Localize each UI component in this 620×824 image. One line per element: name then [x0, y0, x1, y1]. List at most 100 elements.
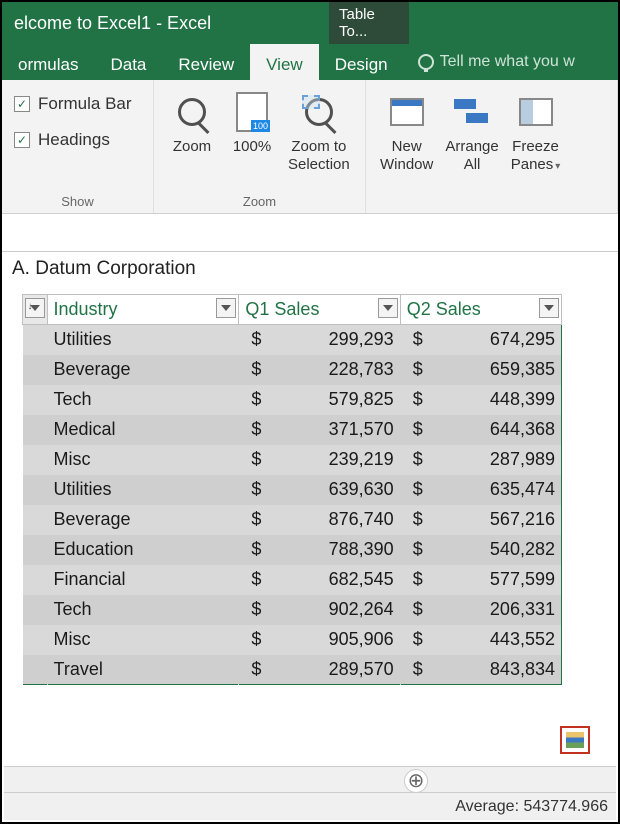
- cell-q2[interactable]: $635,474: [400, 475, 561, 505]
- quick-analysis-button[interactable]: [560, 726, 590, 754]
- table-row[interactable]: Education$788,390$540,282: [23, 535, 562, 565]
- quick-analysis-icon: [566, 732, 584, 748]
- group-label-zoom: Zoom: [162, 194, 357, 211]
- cell-q2[interactable]: $448,399: [400, 385, 561, 415]
- checkbox-formula-bar[interactable]: ✓ Formula Bar: [10, 86, 145, 122]
- cell-q2[interactable]: $567,216: [400, 505, 561, 535]
- cell-industry[interactable]: Beverage: [47, 505, 239, 535]
- zoom-100-button[interactable]: 100%: [222, 86, 282, 160]
- cell-q1[interactable]: $228,783: [239, 355, 400, 385]
- cell-q1[interactable]: $876,740: [239, 505, 400, 535]
- cell-q1[interactable]: $902,264: [239, 595, 400, 625]
- filter-dropdown-icon[interactable]: [216, 298, 236, 318]
- table-row[interactable]: Tech$902,264$206,331: [23, 595, 562, 625]
- row-handle[interactable]: [23, 595, 48, 625]
- header-q1-sales[interactable]: Q1 Sales: [239, 295, 400, 325]
- table-row[interactable]: Tech$579,825$448,399: [23, 385, 562, 415]
- row-handle[interactable]: [23, 475, 48, 505]
- cell-q2[interactable]: $843,834: [400, 655, 561, 685]
- table-row[interactable]: Beverage$876,740$567,216: [23, 505, 562, 535]
- filter-dropdown-icon[interactable]: [539, 298, 559, 318]
- cell-q2[interactable]: $644,368: [400, 415, 561, 445]
- cell-industry[interactable]: Travel: [47, 655, 239, 685]
- row-handle[interactable]: [23, 355, 48, 385]
- table-row[interactable]: Utilities$639,630$635,474: [23, 475, 562, 505]
- cell-q1[interactable]: $682,545: [239, 565, 400, 595]
- row-handle[interactable]: [23, 625, 48, 655]
- table-row[interactable]: Utilities$299,293$674,295: [23, 325, 562, 355]
- sheet-tab-bar[interactable]: ⊕: [4, 766, 616, 794]
- table-row[interactable]: Medical$371,570$644,368: [23, 415, 562, 445]
- formula-bar-label: Formula Bar: [38, 94, 132, 114]
- row-handle[interactable]: [23, 505, 48, 535]
- cell-q1[interactable]: $579,825: [239, 385, 400, 415]
- cell-q1[interactable]: $371,570: [239, 415, 400, 445]
- cell-q2[interactable]: $443,552: [400, 625, 561, 655]
- cell-q2[interactable]: $540,282: [400, 535, 561, 565]
- active-cell-display[interactable]: A. Datum Corporation: [2, 252, 618, 290]
- table-row[interactable]: Beverage$228,783$659,385: [23, 355, 562, 385]
- row-handle[interactable]: [23, 565, 48, 595]
- cell-industry[interactable]: Financial: [47, 565, 239, 595]
- cell-q2[interactable]: $659,385: [400, 355, 561, 385]
- freeze-panes-button[interactable]: FreezePanes▾: [505, 86, 567, 178]
- cell-q2[interactable]: $674,295: [400, 325, 561, 355]
- cell-industry[interactable]: Education: [47, 535, 239, 565]
- table-row[interactable]: Misc$905,906$443,552: [23, 625, 562, 655]
- header-industry[interactable]: Industry: [47, 295, 239, 325]
- status-average-value: 543774.966: [523, 798, 608, 816]
- cell-q1[interactable]: $239,219: [239, 445, 400, 475]
- row-handle[interactable]: [23, 535, 48, 565]
- checkbox-headings[interactable]: ✓ Headings: [10, 122, 145, 158]
- tab-view[interactable]: View: [250, 44, 319, 80]
- zoom-to-selection-button[interactable]: Zoom toSelection: [282, 86, 356, 178]
- cell-q2[interactable]: $287,989: [400, 445, 561, 475]
- row-handle[interactable]: [23, 325, 48, 355]
- row-handle[interactable]: [23, 385, 48, 415]
- zoom-button[interactable]: Zoom: [162, 86, 222, 160]
- cell-q2[interactable]: $577,599: [400, 565, 561, 595]
- worksheet-grid[interactable]: Industry Q1 Sales Q2 Sales Utilities$299…: [2, 290, 618, 685]
- tab-review[interactable]: Review: [162, 44, 250, 80]
- row-handle[interactable]: [23, 445, 48, 475]
- new-window-button[interactable]: NewWindow: [374, 86, 439, 178]
- row-handle[interactable]: [23, 415, 48, 445]
- cell-industry[interactable]: Utilities: [47, 475, 239, 505]
- tell-me-placeholder: Tell me what you w: [440, 53, 575, 71]
- tab-data[interactable]: Data: [94, 44, 162, 80]
- cell-industry[interactable]: Beverage: [47, 355, 239, 385]
- tab-formulas[interactable]: ormulas: [2, 44, 94, 80]
- window-icon: [390, 98, 424, 126]
- table-row[interactable]: Travel$289,570$843,834: [23, 655, 562, 685]
- tell-me-search[interactable]: Tell me what you w: [404, 44, 575, 80]
- header-sort-column[interactable]: [23, 295, 48, 325]
- new-sheet-button[interactable]: ⊕: [404, 769, 428, 793]
- cell-q1[interactable]: $299,293: [239, 325, 400, 355]
- cell-q1[interactable]: $639,630: [239, 475, 400, 505]
- chevron-down-icon: ▾: [555, 161, 560, 172]
- filter-dropdown-icon[interactable]: [378, 298, 398, 318]
- sort-filter-icon[interactable]: [25, 298, 45, 318]
- row-handle[interactable]: [23, 655, 48, 685]
- table-row[interactable]: Financial$682,545$577,599: [23, 565, 562, 595]
- cell-industry[interactable]: Medical: [47, 415, 239, 445]
- table-row[interactable]: Misc$239,219$287,989: [23, 445, 562, 475]
- arrange-all-button[interactable]: ArrangeAll: [439, 86, 504, 178]
- formula-bar-area[interactable]: [2, 214, 618, 252]
- cell-q1[interactable]: $289,570: [239, 655, 400, 685]
- cell-industry[interactable]: Utilities: [47, 325, 239, 355]
- cell-industry[interactable]: Tech: [47, 385, 239, 415]
- data-table: Industry Q1 Sales Q2 Sales Utilities$299…: [22, 294, 562, 685]
- cell-industry[interactable]: Misc: [47, 445, 239, 475]
- tab-design[interactable]: Design: [319, 44, 404, 80]
- cell-industry[interactable]: Tech: [47, 595, 239, 625]
- cell-q1[interactable]: $788,390: [239, 535, 400, 565]
- cell-q1[interactable]: $905,906: [239, 625, 400, 655]
- ribbon-group-show: ✓ Formula Bar ✓ Headings Show: [2, 80, 154, 213]
- cell-q2[interactable]: $206,331: [400, 595, 561, 625]
- contextual-tab-label[interactable]: Table To...: [329, 2, 409, 44]
- header-q2-sales[interactable]: Q2 Sales: [400, 295, 561, 325]
- ribbon-group-window: NewWindow ArrangeAll FreezePanes▾: [366, 80, 618, 213]
- headings-label: Headings: [38, 130, 110, 150]
- cell-industry[interactable]: Misc: [47, 625, 239, 655]
